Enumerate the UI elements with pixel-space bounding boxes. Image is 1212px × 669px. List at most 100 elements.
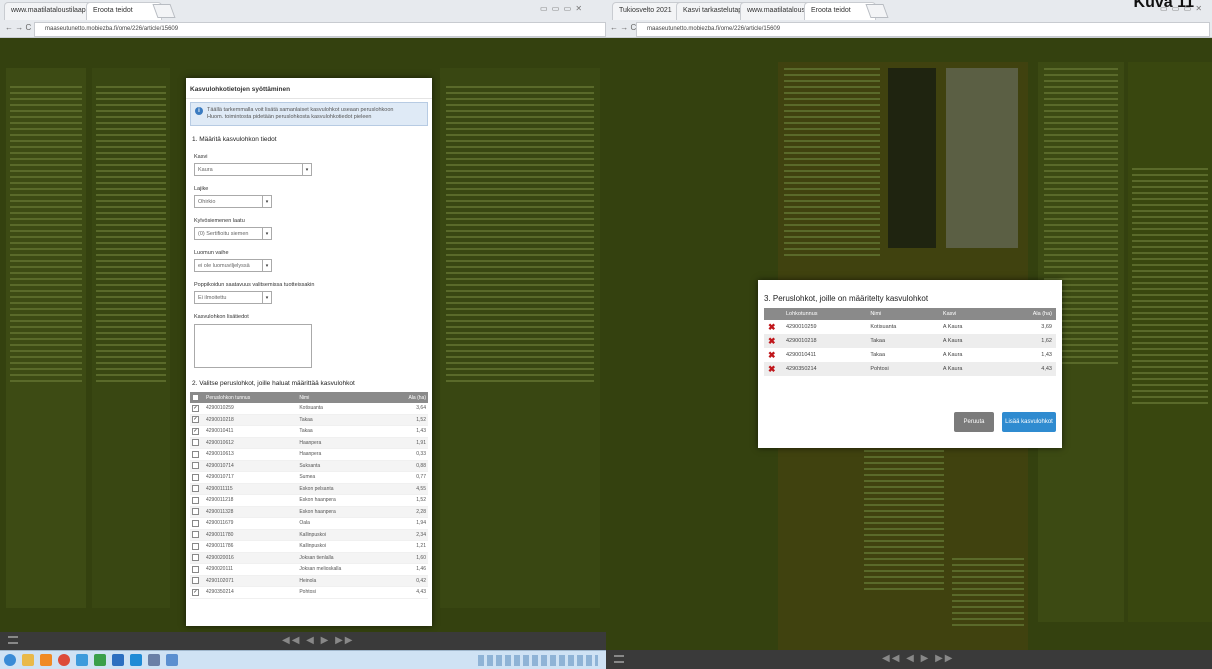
- parcel-id: 4290011328: [204, 506, 298, 518]
- row-checkbox[interactable]: [192, 565, 199, 573]
- select-all-checkbox[interactable]: [192, 394, 199, 401]
- row-checkbox[interactable]: ✓: [192, 427, 199, 435]
- word-icon[interactable]: [112, 654, 124, 666]
- row-checkbox[interactable]: [192, 577, 199, 585]
- row-checkbox[interactable]: [192, 554, 199, 562]
- row-checkbox[interactable]: [192, 473, 199, 481]
- cancel-button[interactable]: Peruuta: [954, 412, 994, 432]
- table-row[interactable]: ✓ 4290010218 Takaa 1,52: [190, 414, 428, 426]
- parcel-area: 1,46: [386, 563, 428, 576]
- row-checkbox[interactable]: ✓: [192, 416, 199, 424]
- organic-select[interactable]: ei ole luomuviljelyssä ▾: [194, 259, 272, 272]
- row-select-cell: [190, 494, 204, 507]
- excel-icon[interactable]: [94, 654, 106, 666]
- delete-icon[interactable]: ✖: [768, 350, 776, 360]
- back-forward-icon-right[interactable]: ← → C: [610, 23, 636, 32]
- row-select-cell: [190, 540, 204, 553]
- start-button-icon[interactable]: [4, 654, 16, 666]
- address-bar-right[interactable]: maaseutunetto.mobiezba.fi/ome/226/articl…: [636, 22, 1210, 37]
- delete-icon[interactable]: ✖: [768, 322, 776, 332]
- app-icon[interactable]: [148, 654, 160, 666]
- new-tab-button[interactable]: [152, 4, 176, 18]
- table-row[interactable]: 4290011679 Oala 1,94: [190, 517, 428, 530]
- row-checkbox[interactable]: ✓: [192, 588, 199, 596]
- page-navigation-right[interactable]: ◀◀ ◀ ▶ ▶▶: [882, 653, 954, 664]
- menu-icon[interactable]: [8, 636, 18, 644]
- system-tray[interactable]: [478, 655, 598, 666]
- parcel-area: 1,52: [386, 494, 428, 507]
- chrome-icon[interactable]: [58, 654, 70, 666]
- page-navigation[interactable]: ◀◀ ◀ ▶ ▶▶: [282, 635, 354, 646]
- table-row[interactable]: 4290011786 Kallinpuskoi 1,21: [190, 540, 428, 553]
- table-row[interactable]: ✓ 4290010259 Kotisuanta 3,64: [190, 403, 428, 415]
- row-checkbox[interactable]: [192, 439, 199, 447]
- parcel-id: 4290011679: [204, 517, 298, 530]
- variety-select[interactable]: Ohirkio ▾: [194, 195, 272, 208]
- parcel-area: 1,62: [997, 334, 1056, 348]
- parcel-area: 4,43: [386, 586, 428, 599]
- row-select-cell: [190, 506, 204, 518]
- explorer-icon[interactable]: [22, 654, 34, 666]
- table-row[interactable]: 4290010714 Suksanta 0,88: [190, 460, 428, 472]
- field-label-crop: Kasvi: [194, 154, 208, 160]
- parcel-crop: A Kaura: [938, 362, 998, 376]
- parcel-name: Suksanta: [297, 460, 387, 472]
- address-bar[interactable]: maaseutunetto.mobiezba.fi/ome/226/articl…: [34, 22, 606, 37]
- modal-title: Kasvulohkotietojen syöttäminen: [190, 86, 291, 93]
- parcel-area: 0,42: [386, 575, 428, 587]
- table-row[interactable]: 4290010717 Sumea 0,77: [190, 471, 428, 484]
- parcel-id: 4290010259: [786, 324, 817, 330]
- seed-quality-select[interactable]: (0) Sertifioitu siemen ▾: [194, 227, 272, 240]
- parcel-name: Takaa: [870, 352, 886, 358]
- table-row[interactable]: ✓ 4290010411 Takaa 1,43: [190, 425, 428, 438]
- row-select-cell: ✓: [190, 403, 204, 415]
- menu-icon[interactable]: [614, 655, 624, 663]
- table-row[interactable]: ✓ 4290350214 Pohtosi 4,43: [190, 586, 428, 599]
- delete-icon[interactable]: ✖: [768, 364, 776, 374]
- row-checkbox[interactable]: ✓: [192, 404, 199, 412]
- row-checkbox[interactable]: [192, 485, 199, 493]
- table-row[interactable]: 4290010612 Haanpera 1,91: [190, 437, 428, 449]
- row-checkbox[interactable]: [192, 508, 199, 516]
- table-row[interactable]: 4290011328 Eskon haanpera 2,28: [190, 506, 428, 518]
- row-checkbox[interactable]: [192, 496, 199, 504]
- table-row[interactable]: 4290010613 Haanpera 0,33: [190, 448, 428, 461]
- parcel-name: Haanpera: [297, 448, 387, 461]
- parcel-area: 0,88: [386, 460, 428, 472]
- row-checkbox[interactable]: [192, 462, 199, 470]
- parcel-id: 4290011218: [204, 494, 298, 507]
- table-row[interactable]: 4290020111 Joksan melioskalla 1,46: [190, 563, 428, 576]
- media-icon[interactable]: [40, 654, 52, 666]
- paint-icon[interactable]: [166, 654, 178, 666]
- new-tab-button-right[interactable]: [865, 4, 889, 18]
- delete-row-cell: ✖: [764, 320, 782, 334]
- row-checkbox[interactable]: [192, 519, 199, 527]
- table-row[interactable]: 4290102071 Heinola 0,42: [190, 575, 428, 587]
- row-checkbox[interactable]: [192, 542, 199, 550]
- delete-icon[interactable]: ✖: [768, 336, 776, 346]
- parcel-id: 4290010218: [204, 414, 298, 426]
- col-header-name: Nimi: [866, 308, 939, 320]
- table-row[interactable]: 4290020016 Joksan tienlalla 1,60: [190, 552, 428, 564]
- table-row[interactable]: 4290011218 Eskon haanpera 1,52: [190, 494, 428, 507]
- row-select-cell: ✓: [190, 414, 204, 426]
- crop-select[interactable]: Kaura ▾: [194, 163, 312, 176]
- browser-icon[interactable]: [76, 654, 88, 666]
- table-row: ✖ 4290010411 Takaa A Kaura 1,43: [764, 348, 1056, 362]
- tab-maatila[interactable]: www.maatilataloustilaapp: [4, 2, 96, 20]
- notes-textarea[interactable]: [194, 324, 312, 368]
- parcel-name: Oala: [297, 517, 387, 530]
- window-controls-left[interactable]: ▭ ▭ ▭ ✕: [540, 4, 583, 13]
- back-forward-icon[interactable]: ← → C: [5, 23, 31, 32]
- table-row[interactable]: 4290011780 Kallinpuskoi 2,34: [190, 529, 428, 541]
- row-checkbox[interactable]: [192, 450, 199, 458]
- availability-select[interactable]: Ei ilmoitettu ▾: [194, 291, 272, 304]
- parcel-name: Joksan tienlalla: [297, 552, 387, 564]
- add-crop-parcels-button[interactable]: Lisää kasvulohkot: [1002, 412, 1056, 432]
- tab-eroota-teidot[interactable]: Eroota teidot: [86, 2, 162, 20]
- parcel-name: Heinola: [297, 575, 387, 587]
- outlook-icon[interactable]: [130, 654, 142, 666]
- parcel-name: Eskon haanpera: [297, 506, 387, 518]
- table-row[interactable]: 4290011115 Eskon pelsanta 4,55: [190, 483, 428, 495]
- row-checkbox[interactable]: [192, 531, 199, 539]
